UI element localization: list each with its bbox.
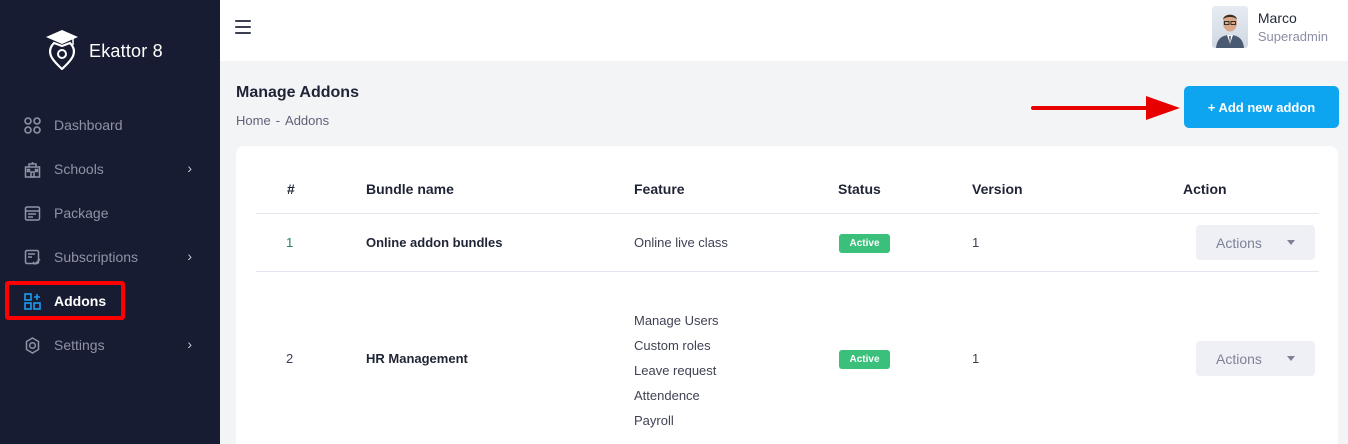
column-header-number: #	[287, 181, 295, 197]
breadcrumb-separator: -	[275, 113, 281, 128]
sidebar-nav: Dashboard Schools › Package Subscription…	[0, 103, 220, 367]
brand[interactable]: Ekattor 8	[45, 28, 163, 74]
sidebar-item-label: Settings	[54, 337, 105, 353]
column-header-status: Status	[838, 181, 881, 197]
chevron-right-icon: ›	[187, 336, 192, 352]
table-divider	[256, 271, 1319, 272]
feature-item: Manage Users	[634, 313, 719, 328]
feature-item: Leave request	[634, 363, 717, 378]
page-title: Manage Addons	[236, 84, 359, 101]
chevron-right-icon: ›	[187, 160, 192, 176]
table-divider	[256, 213, 1319, 214]
column-header-feature: Feature	[634, 181, 685, 197]
feature-item: Custom roles	[634, 338, 711, 353]
status-badge: Active	[839, 234, 890, 253]
column-header-version: Version	[972, 181, 1023, 197]
sidebar-item-label: Dashboard	[54, 117, 123, 133]
topbar: Marco Superadmin	[220, 0, 1348, 61]
sidebar-item-subscriptions[interactable]: Subscriptions ›	[0, 235, 220, 279]
school-icon	[24, 161, 41, 178]
caret-down-icon	[1287, 240, 1295, 245]
subscription-icon	[24, 249, 41, 266]
row-number: 2	[286, 351, 294, 366]
column-header-bundle-name: Bundle name	[366, 181, 454, 197]
row-number: 1	[286, 235, 294, 250]
sidebar-item-dashboard[interactable]: Dashboard	[0, 103, 220, 147]
actions-label: Actions	[1216, 234, 1262, 251]
user-menu[interactable]: Marco Superadmin	[1211, 6, 1328, 48]
brand-name: Ekattor 8	[89, 40, 163, 61]
sidebar-item-label: Package	[54, 205, 109, 221]
breadcrumb: Home - Addons	[236, 113, 329, 128]
status-badge: Active	[839, 350, 890, 369]
chevron-right-icon: ›	[187, 248, 192, 264]
breadcrumb-current: Addons	[285, 113, 330, 128]
user-role: Superadmin	[1257, 29, 1328, 44]
arrow-right-icon	[1030, 94, 1180, 128]
actions-dropdown-button[interactable]: Actions	[1196, 341, 1315, 376]
sidebar-item-package[interactable]: Package	[0, 191, 220, 235]
user-name: Marco	[1257, 10, 1297, 26]
version: 1	[972, 351, 980, 366]
version: 1	[972, 235, 980, 250]
package-icon	[24, 205, 41, 222]
sidebar-item-label: Subscriptions	[54, 249, 139, 265]
breadcrumb-home[interactable]: Home	[236, 113, 271, 128]
column-header-action: Action	[1183, 181, 1227, 197]
bundle-name: Online addon bundles	[366, 235, 503, 250]
sidebar-item-label: Schools	[54, 161, 104, 177]
feature-item: Online live class	[634, 235, 728, 250]
sidebar: Ekattor 8 Dashboard Schools › Package Su…	[0, 0, 220, 444]
addons-icon	[24, 292, 41, 310]
settings-icon	[24, 336, 41, 354]
sidebar-item-settings[interactable]: Settings ›	[0, 323, 220, 367]
sidebar-item-schools[interactable]: Schools ›	[0, 147, 220, 191]
actions-label: Actions	[1216, 350, 1262, 367]
dashboard-icon	[24, 116, 41, 134]
bundle-name: HR Management	[366, 351, 468, 366]
menu-toggle-icon[interactable]	[235, 20, 251, 34]
add-new-addon-button[interactable]: + Add new addon	[1184, 86, 1339, 128]
sidebar-item-label: Addons	[54, 293, 107, 309]
feature-item: Payroll	[634, 413, 674, 428]
feature-list: Manage Users Custom roles Leave request …	[634, 313, 719, 438]
logo-icon	[45, 28, 79, 74]
caret-down-icon	[1287, 356, 1295, 361]
feature-item: Attendence	[634, 388, 700, 403]
actions-dropdown-button[interactable]: Actions	[1196, 225, 1315, 260]
avatar	[1211, 6, 1248, 48]
sidebar-item-addons[interactable]: Addons	[0, 279, 220, 323]
